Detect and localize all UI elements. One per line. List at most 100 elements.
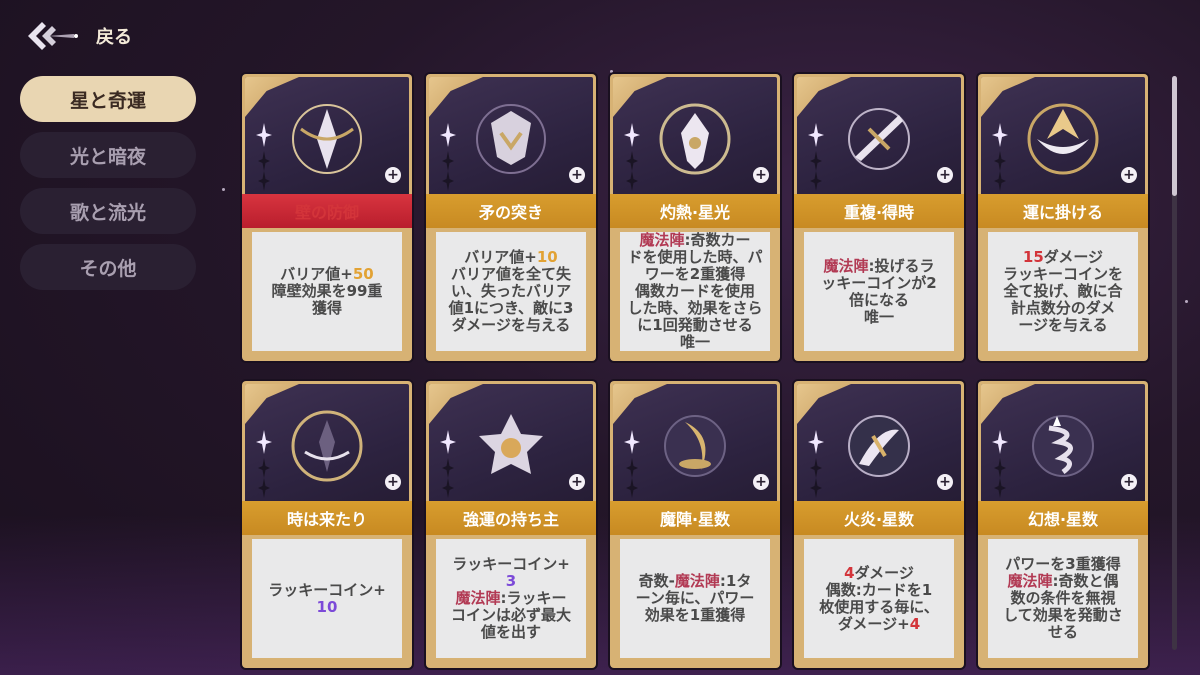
card-description-text: 15ダメージ ラッキーコインを 全て投げ、敵に合 計点数分のダメ ージを与える [1003, 249, 1123, 334]
skill-card[interactable]: + 魔陣·星数奇数-魔法陣:1タ ーン毎に、パワー 効果を1重獲得 [610, 381, 780, 668]
skill-card[interactable]: + 壁の防御バリア値+50 障壁効果を99重 獲得 [242, 74, 412, 361]
card-description-text: 奇数-魔法陣:1タ ーン毎に、パワー 効果を1重獲得 [636, 573, 755, 624]
card-title: 運に掛ける [978, 194, 1148, 228]
skill-card[interactable]: + 運に掛ける 15ダメージ ラッキーコインを 全て投げ、敵に合 計点数分のダメ ージを与え… [978, 74, 1148, 361]
card-title: 矛の突き [426, 194, 596, 228]
description-text: 計点数分のダメ [1010, 299, 1116, 317]
star-sparkle [1185, 300, 1188, 303]
skill-card[interactable]: + 強運の持ち主 ラッキーコイン+ 3 魔法陣:ラッキー コインは必ず最大 値を出す [426, 381, 596, 668]
card-description-text: ラッキーコイン+ 3 魔法陣:ラッキー コインは必ず最大 値を出す [451, 556, 571, 641]
sparkle-icon [992, 123, 1008, 191]
card-emblem-icon [1032, 415, 1094, 477]
scrollbar-thumb[interactable] [1172, 76, 1177, 196]
description-line: ドを使用した時、パ [627, 249, 762, 266]
description-line: 枚使用する毎に、 [819, 598, 939, 616]
card-description-text: ラッキーコイン+ 10 [268, 581, 386, 616]
description-line: 値を出す [451, 624, 571, 641]
card-art: + [981, 77, 1145, 203]
description-line: 奇数-魔法陣:1タ [636, 573, 755, 590]
description-line: ージを与える [1003, 317, 1123, 334]
zoom-in-icon[interactable]: + [937, 474, 953, 490]
back-label: 戻る [96, 27, 132, 48]
card-emblem-icon [848, 415, 910, 477]
skill-card[interactable]: + 時は来たり ラッキーコイン+ 10 [242, 381, 412, 668]
description-line: 獲得 [272, 300, 383, 317]
description-line: 効果を1重獲得 [636, 607, 755, 624]
zoom-in-icon[interactable]: + [569, 167, 585, 183]
sparkle-icon [256, 123, 272, 191]
description-text: 値1につき、敵に3 [448, 299, 574, 317]
back-button[interactable]: 戻る [24, 18, 132, 54]
back-arrow-icon [28, 22, 78, 50]
card-title: 魔陣·星数 [610, 501, 780, 535]
value-text: 15 [1022, 248, 1044, 266]
skill-card[interactable]: + 重複·得時魔法陣:投げるラ ッキーコインが2 倍になる 唯一 [794, 74, 964, 361]
card-art: + [797, 77, 961, 203]
card-art: + [613, 384, 777, 510]
description-text: 偶数カードを使用 [634, 282, 755, 300]
keyword-text: 魔法陣 [455, 589, 501, 607]
skill-card[interactable]: + 矛の突きバリア値+10 バリア値を全て失 い、失ったバリア 値1につき、敵に3 ダメー… [426, 74, 596, 361]
card-emblem-icon [1027, 103, 1099, 175]
card-title: 壁の防御 [242, 194, 412, 228]
description-text: ッキーコインが2 [821, 273, 937, 292]
description-line: ラッキーコイン+ [451, 556, 571, 573]
description-line: い、失ったバリア [449, 283, 574, 300]
description-line: 魔法陣:奇数と偶 [1003, 573, 1123, 590]
description-text: ダメージ [854, 563, 914, 582]
description-line: ダメージ+4 [819, 615, 939, 633]
card-description-text: バリア値+50 障壁効果を99重 獲得 [272, 266, 383, 317]
zoom-in-icon[interactable]: + [937, 167, 953, 183]
description-line: パワーを3重獲得 [1003, 556, 1123, 573]
keyword-text: 魔法陣 [1007, 572, 1053, 590]
zoom-in-icon[interactable]: + [385, 474, 401, 490]
sidebar-item-1[interactable]: 光と暗夜 [20, 132, 196, 178]
description-line: ラッキーコインを [1003, 266, 1123, 283]
sidebar-item-label: 歌と流光 [69, 201, 146, 224]
card-description-text: バリア値+10 バリア値を全て失 い、失ったバリア 値1につき、敵に3 ダメージを与える [449, 249, 574, 334]
zoom-in-icon[interactable]: + [1121, 474, 1137, 490]
sidebar-item-0[interactable]: 星と奇運 [20, 76, 196, 122]
description-text: ドを使用した時、パ [627, 248, 763, 266]
description-text: :ラッキー [500, 589, 567, 607]
description-line: ッキーコインが2 [821, 273, 937, 292]
skill-card[interactable]: + 幻想·星数 パワーを3重獲得 魔法陣:奇数と偶 数の条件を無視 して効果を発動さ せる [978, 381, 1148, 668]
sparkle-icon [256, 430, 272, 498]
description-text: ワーを2重獲得 [644, 265, 746, 283]
card-description: 魔法陣:投げるラ ッキーコインが2 倍になる 唯一 [804, 232, 954, 351]
sidebar-item-3[interactable]: その他 [20, 244, 196, 290]
card-art: + [245, 77, 409, 203]
zoom-in-icon[interactable]: + [1121, 167, 1137, 183]
description-line: ワーを2重獲得 [627, 266, 762, 283]
zoom-in-icon[interactable]: + [385, 167, 401, 183]
card-title: 灼熱·星光 [610, 194, 780, 228]
description-text: した時、効果をさら [627, 299, 763, 317]
card-art: + [981, 384, 1145, 510]
card-description: 15ダメージ ラッキーコインを 全て投げ、敵に合 計点数分のダメ ージを与える [988, 232, 1138, 351]
scrollbar[interactable] [1172, 76, 1177, 650]
description-text: 唯一 [679, 333, 710, 351]
description-text: 奇数- [638, 572, 675, 590]
sidebar-item-2[interactable]: 歌と流光 [20, 188, 196, 234]
zoom-in-icon[interactable]: + [569, 474, 585, 490]
description-line: した時、効果をさら [627, 300, 762, 317]
value-text: 4 [844, 563, 855, 582]
card-title: 重複·得時 [794, 194, 964, 228]
skill-card[interactable]: + 火炎·星数 4ダメージ 偶数:カードを1 枚使用する毎に、 ダメージ+4 [794, 381, 964, 668]
description-text: ーン毎に、パワー [635, 589, 755, 607]
skill-card[interactable]: + 灼熱·星光魔法陣:奇数カー ドを使用した時、パ ワーを2重獲得 偶数カードを使用 した… [610, 74, 780, 361]
description-text: 値を出す [480, 623, 541, 641]
description-line: 唯一 [821, 308, 936, 326]
zoom-in-icon[interactable]: + [753, 167, 769, 183]
sparkle-icon [992, 430, 1008, 498]
description-line: 全て投げ、敵に合 [1003, 283, 1123, 300]
description-text: して効果を発動さ [1003, 606, 1123, 624]
card-description: バリア値+50 障壁効果を99重 獲得 [252, 232, 402, 351]
description-line: 10 [268, 598, 386, 616]
zoom-in-icon[interactable]: + [753, 474, 769, 490]
category-sidebar: 星と奇運光と暗夜歌と流光その他 [20, 76, 196, 300]
description-text: :投げるラ [868, 256, 935, 275]
description-line: バリア値を全て失 [449, 266, 574, 283]
description-line: 魔法陣:奇数カー [627, 232, 762, 249]
description-line: 魔法陣:投げるラ [821, 256, 936, 275]
